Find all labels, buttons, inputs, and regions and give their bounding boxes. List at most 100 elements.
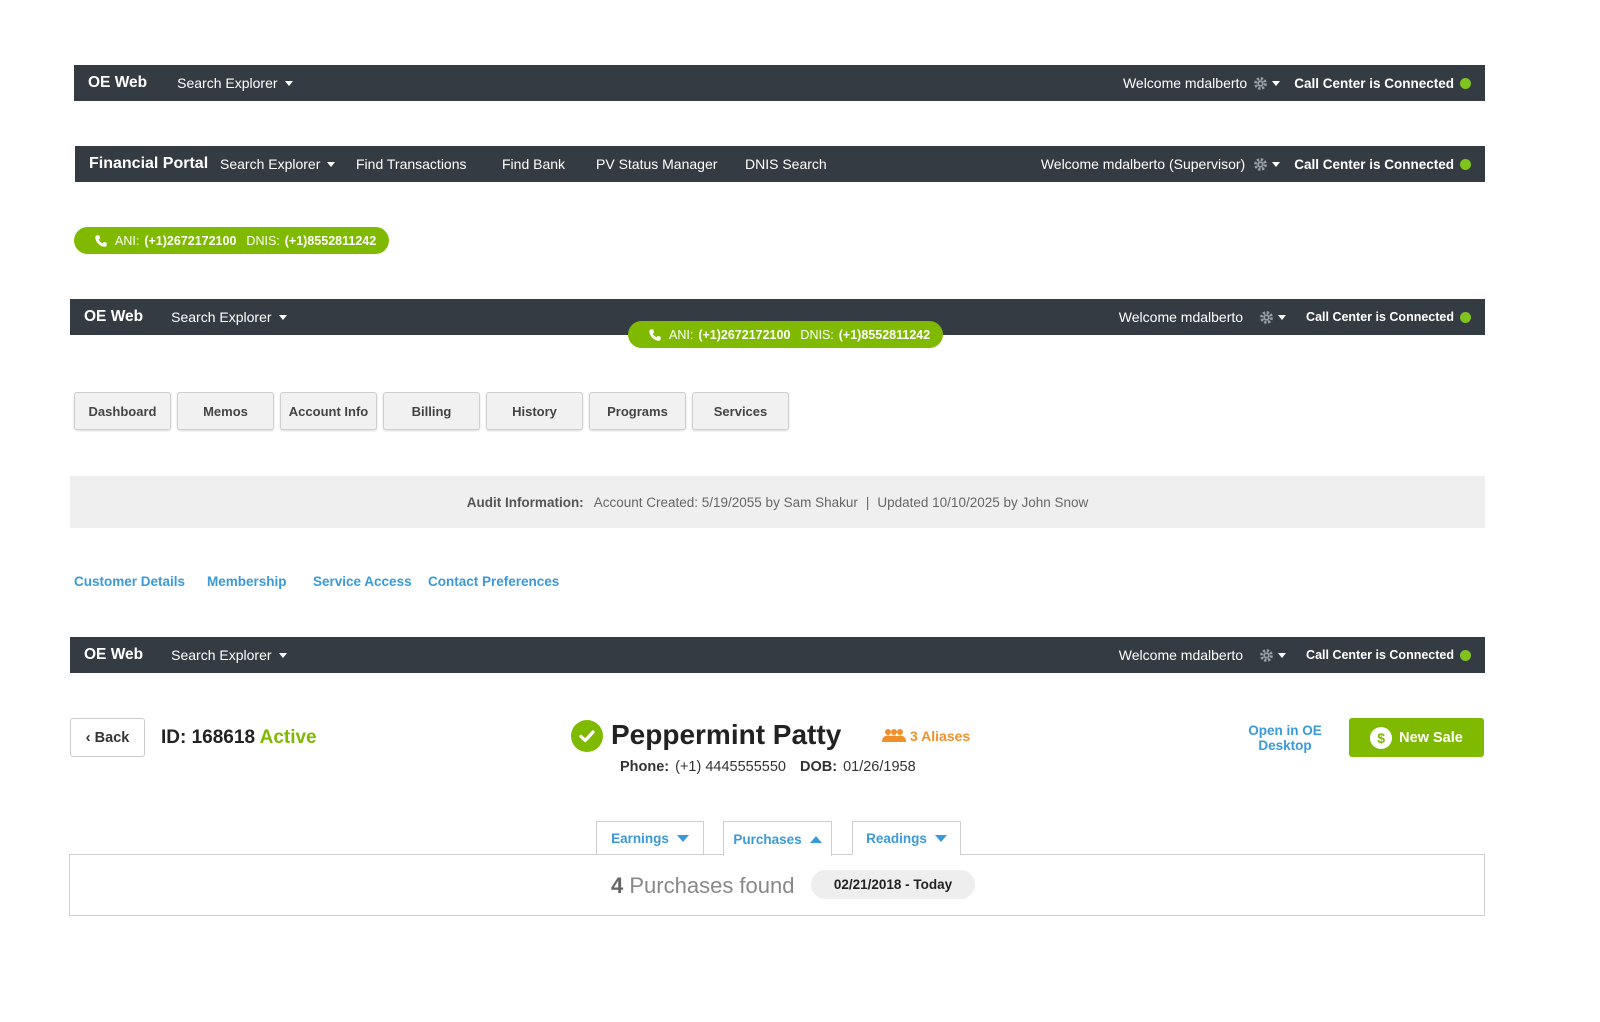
dnis-number: (+1)8552811242 [284,233,377,248]
welcome-text: Welcome mdalberto [1122,75,1248,91]
navbar-right: Welcome mdalberto Call Center is Connect… [1119,637,1471,673]
settings-menu[interactable] [1253,157,1281,172]
tab-dashboard[interactable]: Dashboard [74,392,171,430]
new-sale-label: New Sale [1399,729,1463,746]
tab-account-info[interactable]: Account Info [280,392,377,430]
settings-menu[interactable] [1259,310,1287,325]
search-explorer-menu[interactable]: Search Explorer [177,75,293,91]
ani-label: ANI: [115,233,140,248]
call-center-status-text: Call Center is Connected [1306,648,1454,662]
triangle-down-icon [676,835,689,842]
customer-status: Active [259,727,317,748]
link-service-access[interactable]: Service Access [313,574,412,589]
customer-id-text: ID: 168618 [161,727,256,748]
gear-icon [1260,648,1273,662]
dnis-label: DNIS: [800,327,834,342]
settings-menu[interactable] [1253,76,1281,91]
welcome-text: Welcome mdalberto [1118,309,1244,325]
welcome-text: Welcome mdalberto (Supervisor) [1040,156,1246,172]
phone-icon [648,328,662,342]
dob-label: DOB: [800,759,838,775]
customer-meta: Phone: (+1) 4445555550 DOB: 01/26/1958 [620,759,916,775]
brand-title[interactable]: OE Web [88,74,147,92]
triangle-down-icon [934,835,947,842]
back-button[interactable]: ‹ Back [70,718,145,757]
audit-separator: | [865,494,870,510]
date-range-filter[interactable]: 02/21/2018 - Today [811,870,975,899]
caret-down-icon [278,314,287,320]
tab-memos[interactable]: Memos [177,392,274,430]
call-center-status-text: Call Center is Connected [1294,156,1454,172]
call-info-pill: ANI: (+1)2672172100 DNIS: (+1)8552811242 [74,227,389,254]
search-explorer-label: Search Explorer [220,156,321,172]
link-customer-details[interactable]: Customer Details [74,574,185,589]
tab-earnings[interactable]: Earnings [596,821,704,855]
customer-id: ID: 168618 Active [161,727,317,749]
brand-title[interactable]: OE Web [84,308,143,326]
aliases-link[interactable]: 3 Aliases [882,728,970,744]
link-membership[interactable]: Membership [207,574,287,589]
caret-down-icon [327,161,336,167]
navbar-oe-web-3: OE Web Search Explorer Welcome mdalberto… [70,637,1485,673]
search-explorer-menu[interactable]: Search Explorer [171,309,287,325]
verified-check-icon [571,720,603,752]
call-info-pill-overlay: ANI: (+1)2672172100 DNIS: (+1)8552811242 [628,321,943,348]
audit-updated: Updated 10/10/2025 by John Snow [877,494,1089,510]
customer-name: Peppermint Patty [611,719,842,750]
tab-earnings-label: Earnings [611,831,669,846]
tab-history[interactable]: History [486,392,583,430]
search-explorer-menu[interactable]: Search Explorer [171,647,287,663]
call-center-status-text: Call Center is Connected [1294,75,1454,91]
nav-find-bank[interactable]: Find Bank [502,156,565,172]
audit-label: Audit Information: [466,494,584,510]
connected-dot-icon [1460,649,1471,661]
triangle-up-icon [809,835,822,843]
purchases-count: 4 [611,873,624,898]
caret-down-icon [1278,652,1287,658]
chevron-left-icon: ‹ [85,729,91,746]
new-sale-button[interactable]: $ New Sale [1349,718,1484,757]
caret-down-icon [284,80,293,86]
link-contact-preferences[interactable]: Contact Preferences [428,574,559,589]
tab-readings[interactable]: Readings [852,821,961,855]
dnis-number: (+1)8552811242 [838,327,931,342]
brand-title[interactable]: OE Web [84,646,143,664]
caret-down-icon [1278,314,1287,320]
nav-find-transactions[interactable]: Find Transactions [356,156,467,172]
navbar-oe-web-1: OE Web Search Explorer Welcome mdalberto… [74,65,1485,101]
ani-number: (+1)2672172100 [698,327,791,342]
tab-services[interactable]: Services [692,392,789,430]
settings-menu[interactable] [1259,648,1287,663]
brand-title[interactable]: Financial Portal [89,155,208,173]
aliases-label: 3 Aliases [910,728,971,744]
open-in-oe-desktop-link[interactable]: Open in OE Desktop [1240,723,1330,753]
tab-readings-label: Readings [866,831,927,846]
people-group-icon [882,729,906,742]
nav-dnis-search[interactable]: DNIS Search [745,156,827,172]
phone-value: (+1) 4445555550 [675,759,787,775]
tab-purchases-label: Purchases [733,831,802,847]
call-center-status-text: Call Center is Connected [1306,310,1454,324]
search-explorer-menu[interactable]: Search Explorer [220,156,336,172]
tab-billing[interactable]: Billing [383,392,480,430]
back-label: Back [94,729,130,746]
phone-icon [94,234,108,248]
caret-down-icon [278,652,287,658]
caret-down-icon [1272,80,1281,86]
tab-programs[interactable]: Programs [589,392,686,430]
call-center-status: Call Center is Connected [1306,648,1471,662]
tab-purchases[interactable]: Purchases [723,821,832,856]
caret-down-icon [1272,161,1281,167]
gear-icon [1254,157,1268,171]
navbar-financial-portal: Financial Portal Search Explorer Find Tr… [75,146,1485,182]
navbar-right: Welcome mdalberto Call Center is Connect… [1123,65,1471,101]
ani-label: ANI: [669,327,694,342]
dob-value: 01/26/1958 [843,759,916,775]
nav-pv-status-manager[interactable]: PV Status Manager [596,156,717,172]
navbar-right: Welcome mdalberto (Supervisor) Call Cent… [1041,146,1471,182]
audit-created: Account Created: 5/19/2055 by Sam Shakur [593,494,858,510]
connected-dot-icon [1460,158,1471,170]
phone-label: Phone: [620,759,670,775]
call-center-status: Call Center is Connected [1294,76,1471,91]
connected-dot-icon [1460,77,1471,89]
